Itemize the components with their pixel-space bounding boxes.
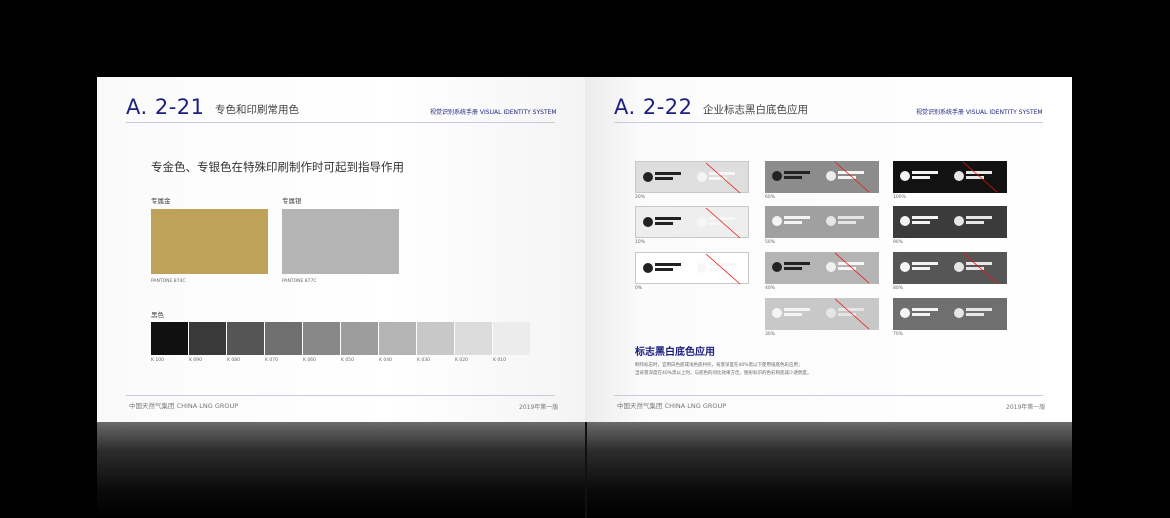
logo-card-percent: 80% [893, 286, 904, 291]
logo-mark-icon [826, 216, 836, 226]
gold-label: 专属金 [151, 197, 171, 205]
logo-card-percent: 60% [765, 195, 776, 200]
black-swatch [303, 322, 340, 355]
logo-card [893, 206, 1007, 238]
forbidden-slash-icon [834, 252, 870, 284]
black-swatch [151, 322, 188, 355]
logo-card [635, 252, 749, 285]
forbidden-slash-icon [962, 161, 998, 193]
black-swatch-row: K 100 K 090 K 080 K 070 K 060 K 050 K 040 K 030… [151, 322, 530, 367]
footer-edition: 2019年第一版 [1006, 404, 1046, 411]
header-rule [126, 122, 555, 123]
black-swatch-code: K 020 [455, 358, 468, 363]
logo-card-percent: 70% [893, 332, 904, 337]
black-swatch-code: K 050 [341, 358, 354, 363]
usage-text-2: 当背景深度在40%黑以上时，与底色的对比效果方佳，图形标识的色彩和底减少透明度。 [635, 371, 812, 376]
black-swatch [227, 322, 264, 355]
logo-wordmark [966, 216, 992, 226]
black-swatch [189, 322, 226, 355]
logo-card-percent: 50% [765, 240, 776, 245]
logo-mark-icon [954, 308, 964, 318]
footer-brand: 中国天然气集团 CHINA LNG GROUP [129, 402, 239, 410]
usage-text-1: 制作标志时，宜用白色底或浅色底衬托，背景深度在40%黑以下使用纸底色彩应用； [635, 363, 803, 368]
floor-reflection [97, 422, 1072, 518]
logo-card [893, 298, 1007, 330]
forbidden-slash-icon [705, 162, 741, 194]
section-number: A. 2-21 [126, 95, 205, 119]
footer-rule [614, 395, 1043, 396]
black-swatch-code: K 090 [189, 358, 202, 363]
black-swatch-code: K 040 [379, 358, 392, 363]
logo-card-percent: 40% [765, 286, 776, 291]
silver-label: 专属银 [282, 197, 302, 205]
silver-code: PANTONE 877C [282, 279, 317, 284]
gold-code: PANTONE 874C [151, 279, 186, 284]
black-swatch-code: K 030 [417, 358, 430, 363]
forbidden-slash-icon [834, 298, 870, 330]
black-swatch [493, 322, 530, 355]
logo-card-percent: 0% [635, 286, 643, 291]
logo-wordmark [966, 308, 992, 318]
black-swatch-code: K 100 [151, 358, 164, 363]
gold-swatch [151, 209, 268, 274]
logo-card [635, 206, 749, 239]
black-swatch-code: K 060 [303, 358, 316, 363]
black-label: 黑色 [151, 311, 164, 319]
forbidden-slash-icon [705, 207, 741, 239]
black-swatch-code: K 080 [227, 358, 240, 363]
logo-wordmark [912, 308, 938, 318]
left-page: A. 2-21 专色和印刷常用色 视觉识别系统手册 VISUAL IDENTIT… [97, 77, 585, 422]
logo-card-percent: 100% [893, 195, 906, 200]
black-swatch [417, 322, 454, 355]
logo-card-percent: 10% [635, 240, 646, 245]
right-page: A. 2-22 企业标志黑白底色应用 视觉识别系统手册 VISUAL IDENT… [585, 77, 1072, 422]
footer-brand: 中国天然气集团 CHINA LNG GROUP [617, 402, 727, 410]
logo-card-percent: 90% [893, 240, 904, 245]
logo-mark-icon [954, 216, 964, 226]
logo-wordmark [784, 216, 810, 226]
usage-title: 标志黑白底色应用 [635, 347, 715, 358]
forbidden-slash-icon [962, 252, 998, 284]
logo-wordmark [838, 216, 864, 226]
logo-mark-icon [772, 216, 782, 226]
logo-card-percent: 20% [635, 195, 646, 200]
black-swatch [265, 322, 302, 355]
logo-card [765, 252, 879, 284]
page-heading: 专金色、专银色在特殊印刷制作时可起到指导作用 [151, 160, 404, 174]
black-swatch [455, 322, 492, 355]
black-swatch-code: K 070 [265, 358, 278, 363]
logo-card-percent: 30% [765, 332, 776, 337]
silver-swatch [282, 209, 399, 274]
logo-card [765, 206, 879, 238]
logo-card [765, 298, 879, 330]
black-swatch-code: K 010 [493, 358, 506, 363]
forbidden-slash-icon [705, 253, 741, 285]
logo-background-grid: 20% 10% 0% 60% 50% 40% 30% 100% 90% 80% 70% [585, 77, 1072, 377]
logo-mark-icon [900, 308, 910, 318]
forbidden-slash-icon [834, 161, 870, 193]
logo-wordmark [912, 216, 938, 226]
logo-mark-icon [900, 216, 910, 226]
section-title: 专色和印刷常用色 [215, 104, 299, 116]
logo-card [765, 161, 879, 193]
footer-rule [126, 395, 555, 396]
footer-edition: 2019年第一版 [519, 404, 559, 411]
logo-card [635, 161, 749, 194]
black-swatch [341, 322, 378, 355]
logo-card [893, 161, 1007, 193]
header-right: 视觉识别系统手册 VISUAL IDENTITY SYSTEM [430, 109, 557, 116]
logo-card [893, 252, 1007, 284]
black-swatch [379, 322, 416, 355]
